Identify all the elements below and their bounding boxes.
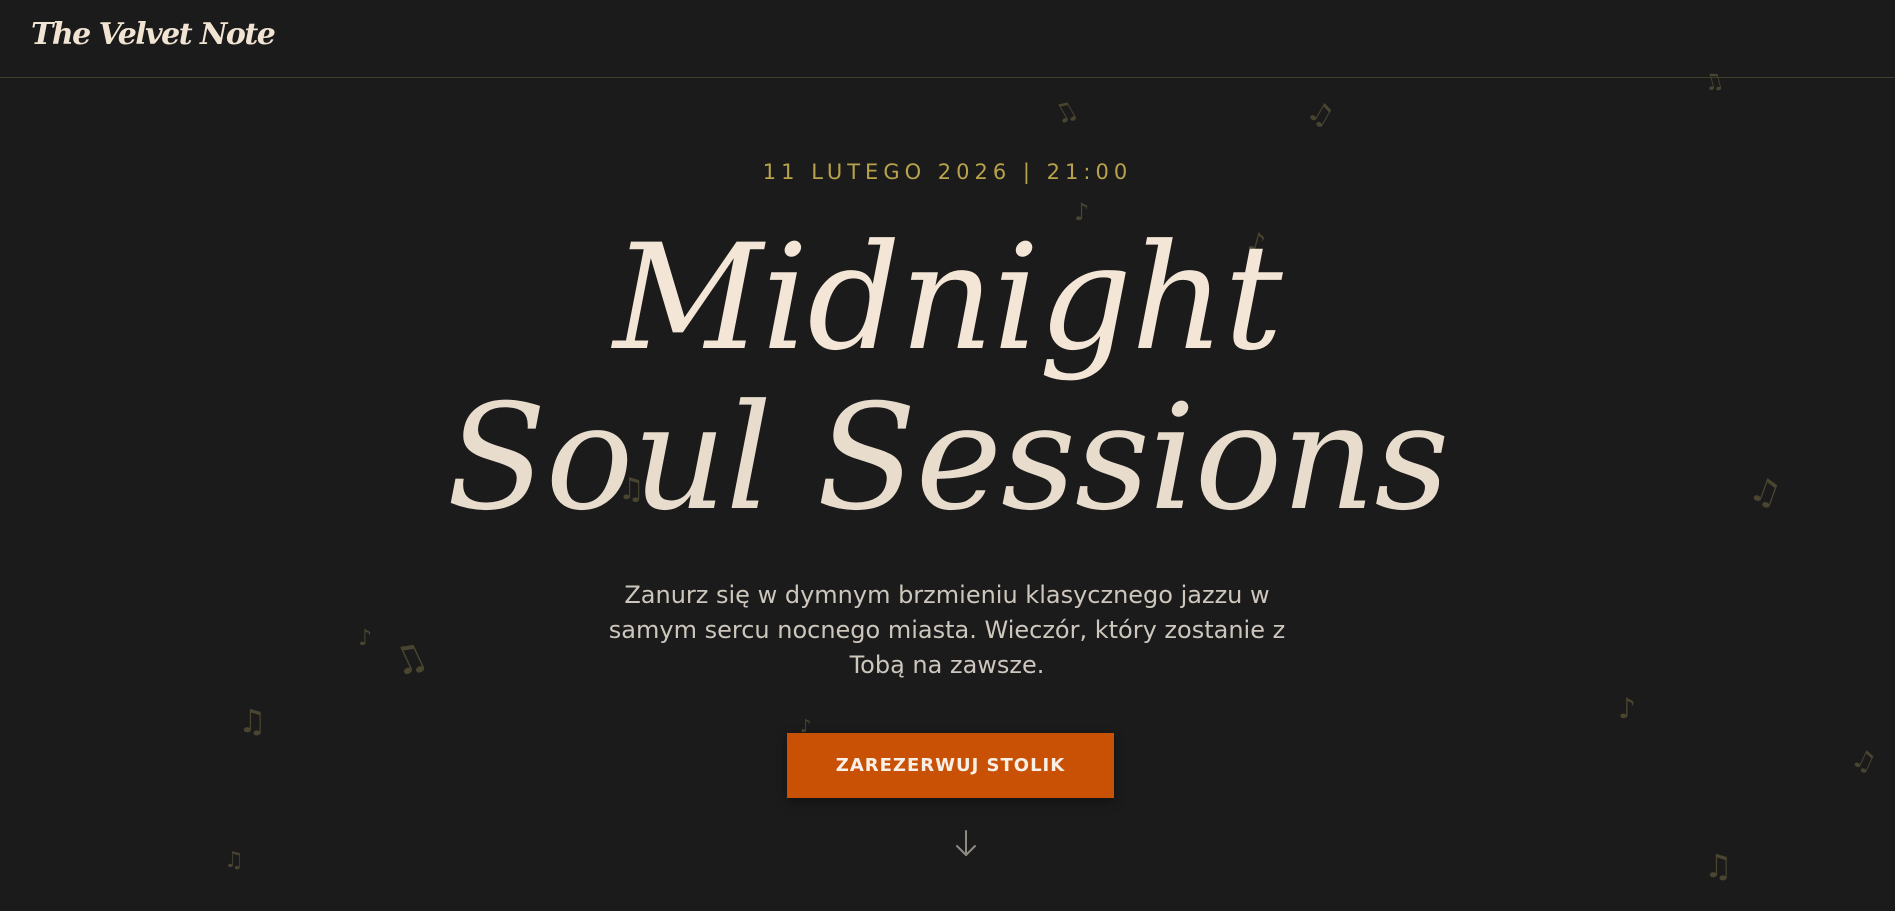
hero-title-line-2: Soul Sessions [446, 373, 1450, 543]
music-note-icon: ♫ [1704, 847, 1733, 885]
hero-title-line-1: Midnight [613, 213, 1283, 383]
event-date: 11 LUTEGO 2026 | 21:00 [762, 160, 1133, 184]
top-bar: The Velvet Note [0, 0, 1895, 78]
music-note-icon: ♫ [384, 631, 434, 687]
music-note-icon: ♪ [1618, 692, 1636, 725]
hero-subtitle-line-1: Zanurz się w dymnym brzmieniu klasyczneg… [624, 581, 1270, 609]
music-note-icon: ♫ [1301, 93, 1340, 135]
music-note-icon: ♫ [1048, 94, 1084, 132]
hero-subtitle-line-2: samym sercu nocnego miasta. Wieczór, któ… [608, 616, 1286, 644]
music-note-icon: ♫ [238, 702, 267, 740]
arrow-down-icon[interactable] [953, 828, 979, 860]
site-logo[interactable]: The Velvet Note [31, 17, 276, 52]
hero-subtitle-line-3: Tobą na zawsze. [849, 651, 1045, 679]
hero-subtitle: Zanurz się w dymnym brzmieniu klasyczneg… [597, 578, 1297, 683]
reserve-table-button[interactable]: ZAREZERWUJ STOLIK [787, 733, 1114, 798]
music-note-icon: ♫ [1846, 742, 1881, 780]
music-note-icon: ♫ [224, 848, 244, 873]
hero-title: Midnight Soul Sessions [0, 218, 1895, 538]
music-note-icon: ♪ [358, 626, 373, 651]
